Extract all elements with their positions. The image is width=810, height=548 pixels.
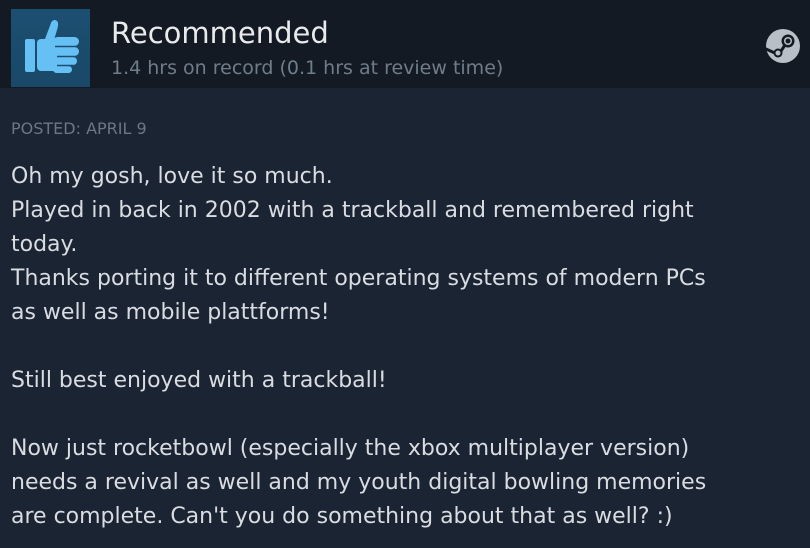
review-verdict[interactable]: Recommended bbox=[111, 14, 329, 52]
steam-icon bbox=[764, 27, 802, 65]
review-text-line: as well as mobile plattforms! bbox=[11, 300, 330, 325]
review-text-line: Played in back in 2002 with a trackball … bbox=[11, 198, 694, 223]
review-card: Recommended 1.4 hrs on record (0.1 hrs a… bbox=[0, 0, 810, 548]
review-text-line: Oh my gosh, love it so much. bbox=[11, 164, 333, 189]
playtime-text: 1.4 hrs on record (0.1 hrs at review tim… bbox=[111, 57, 504, 79]
review-text-line: Still best enjoyed with a trackball! bbox=[11, 368, 387, 393]
review-text-line: Now just rocketbowl (especially the xbox… bbox=[11, 436, 690, 461]
review-text-line: Thanks porting it to different operating… bbox=[11, 266, 706, 291]
review-body: Oh my gosh, love it so much. Played in b… bbox=[11, 160, 801, 534]
thumbs-up-icon bbox=[11, 9, 90, 87]
posted-date: POSTED: APRIL 9 bbox=[11, 119, 147, 138]
review-text-line: today. bbox=[11, 232, 78, 257]
review-text-line: needs a revival as well and my youth dig… bbox=[11, 470, 707, 495]
review-header[interactable]: Recommended 1.4 hrs on record (0.1 hrs a… bbox=[0, 0, 810, 88]
review-text-line: are complete. Can't you do something abo… bbox=[11, 504, 673, 529]
